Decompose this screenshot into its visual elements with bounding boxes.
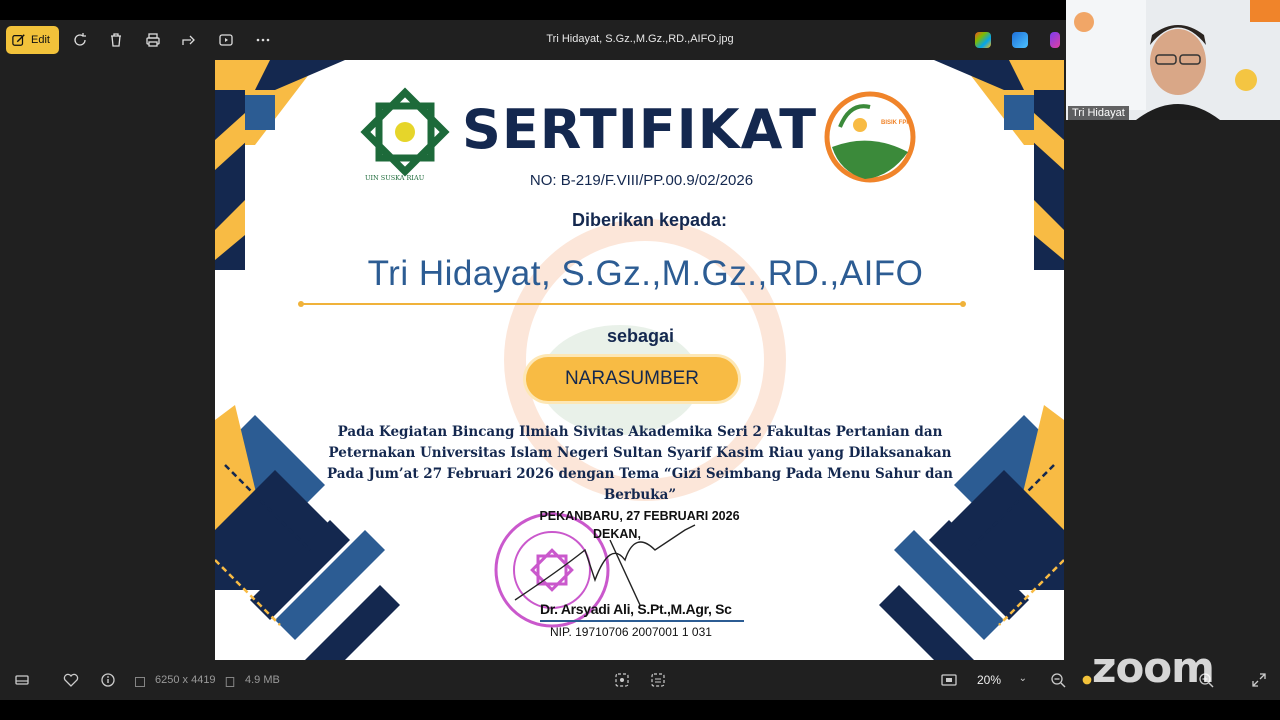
designer-icon[interactable] (1050, 32, 1060, 48)
image-dimensions: 6250 x 4419 (155, 674, 216, 686)
slideshow-icon[interactable] (216, 30, 236, 50)
chevron-down-icon: ⌄ (1018, 673, 1027, 684)
zoom-level-value: 20% (977, 673, 1002, 687)
rotate-icon[interactable] (70, 30, 90, 50)
place-date: PEKANBARU, 27 FEBRUARI 2026 (539, 509, 740, 523)
photos-app-window: Edit Tri Hidayat, S.Gz.,M.Gz.,RD.,AIFO.j… (0, 0, 1280, 720)
filmstrip-icon[interactable] (14, 672, 30, 688)
dimensions-icon (135, 677, 145, 687)
favorite-heart-icon[interactable] (63, 672, 79, 688)
zoom-out-icon[interactable] (1050, 672, 1066, 688)
zoom-watermark: zoom (1092, 643, 1215, 692)
position-label: DEKAN, (593, 527, 641, 541)
delete-icon[interactable] (106, 30, 126, 50)
edit-icon (12, 34, 25, 46)
bisik-logo-text: BISIK FPP (881, 120, 911, 126)
participant-video[interactable] (1066, 0, 1280, 120)
role-badge: NARASUMBER (526, 357, 738, 401)
signature-underline (540, 620, 744, 622)
video-frame (1066, 0, 1280, 120)
certificate-title: SERTIFIKAT (461, 98, 818, 161)
signer-name: Dr. Arsyadi Ali, S.Pt.,M.Agr, Sc (540, 601, 732, 617)
signer-nip: NIP. 19710706 2007001 1 031 (550, 625, 712, 639)
copy-text-icon[interactable] (650, 672, 666, 688)
share-icon[interactable] (179, 30, 199, 50)
file-size: 4.9 MB (245, 674, 280, 686)
given-to-label: Diberikan kepada: (571, 210, 728, 230)
visual-search-icon[interactable] (614, 672, 630, 688)
info-icon[interactable] (100, 672, 116, 688)
clipchamp-icon[interactable] (1012, 32, 1028, 48)
edit-button[interactable]: Edit (6, 26, 59, 54)
file-size-icon (225, 677, 235, 687)
bottom-black-band (0, 700, 1280, 720)
image-viewport: SERTIFIKAT UIN SUSKA RIAU BISIK FPP NO: … (0, 60, 1066, 660)
certificate-image: SERTIFIKAT UIN SUSKA RIAU BISIK FPP NO: … (215, 60, 1064, 660)
fit-to-window-icon[interactable] (941, 672, 957, 688)
edit-label: Edit (31, 34, 50, 46)
more-options-icon[interactable] (253, 30, 273, 50)
participant-name-label: Tri Hidayat (1068, 106, 1129, 120)
print-icon[interactable] (143, 30, 163, 50)
copilot-icon[interactable] (975, 32, 991, 48)
recipient-name: Tri Hidayat, S.Gz.,M.Gz.,RD.,AIFO (367, 254, 924, 293)
viewer-toolbar: Edit (0, 20, 1066, 60)
certificate-number: NO: B-219/F.VIII/PP.00.9/02/2026 (529, 172, 754, 189)
zoom-level-dropdown[interactable]: 20% ⌄ (968, 669, 1036, 691)
name-underline (298, 301, 966, 307)
as-label: sebagai (606, 326, 675, 346)
meeting-side-area (1066, 120, 1280, 660)
full-screen-icon[interactable] (1251, 672, 1267, 688)
certificate-body: Pada Kegiatan Bincang Ilmiah Sivitas Aka… (327, 424, 953, 503)
